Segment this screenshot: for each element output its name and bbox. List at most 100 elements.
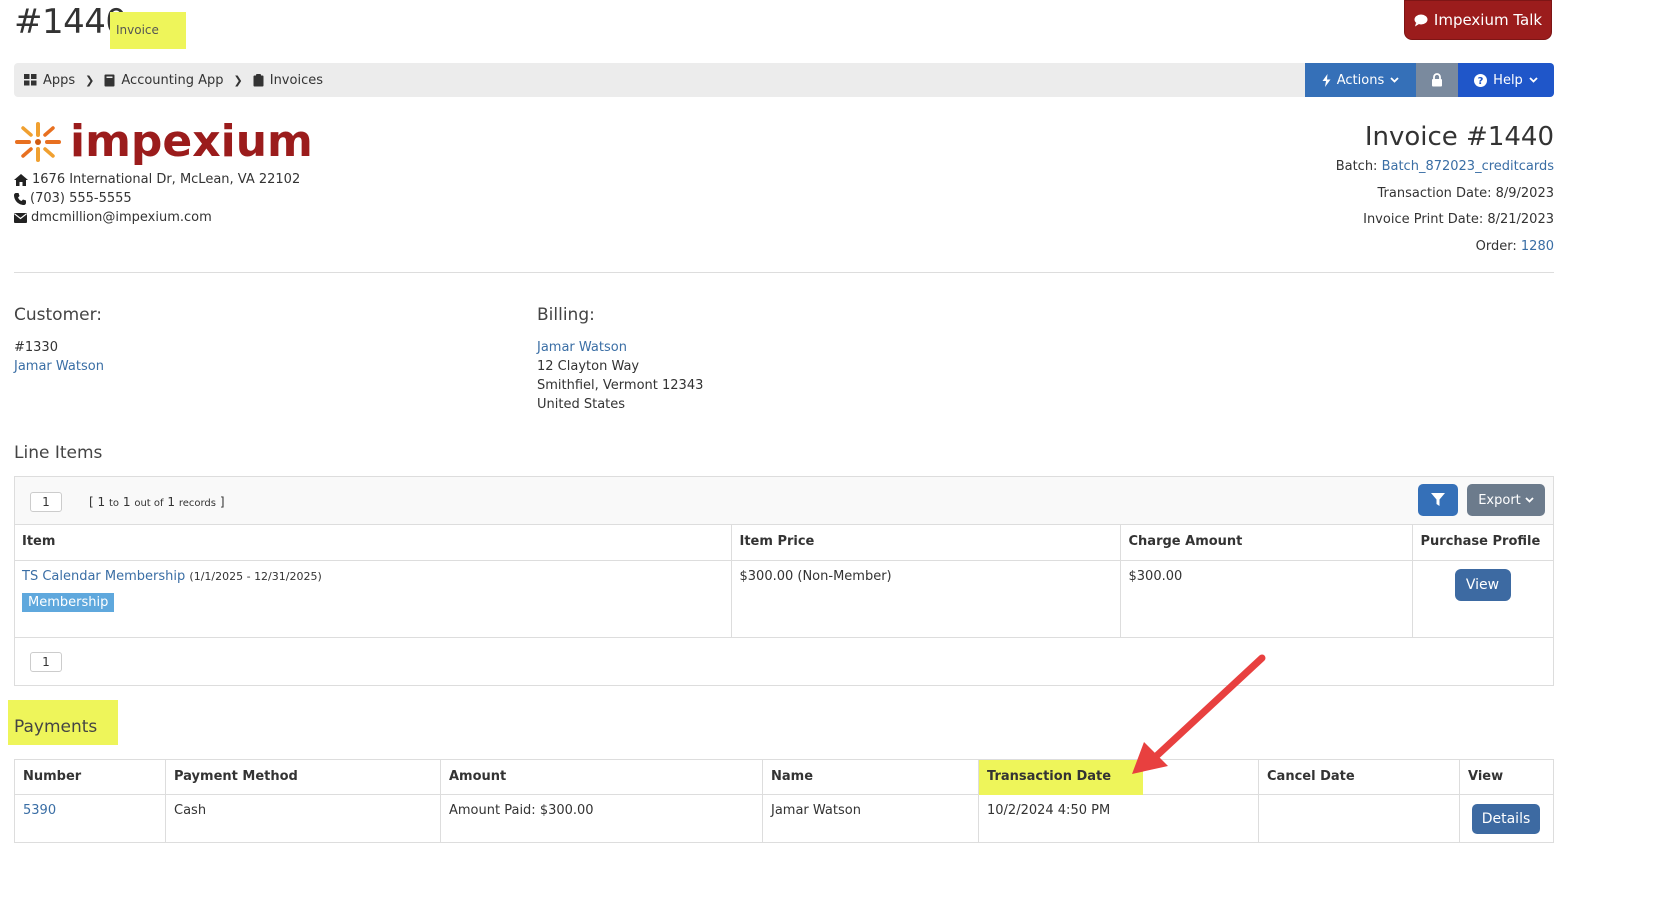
column-header-purchase-profile[interactable]: Purchase Profile: [1411, 525, 1554, 561]
lock-icon: [1432, 73, 1442, 87]
payments-heading: Payments: [8, 700, 118, 745]
customer-heading: Customer:: [14, 305, 103, 325]
column-header-item[interactable]: Item: [14, 525, 732, 561]
actions-label: Actions: [1336, 72, 1385, 88]
table-row: 5390 Cash Amount Paid: $300.00 Jamar Wat…: [14, 794, 1554, 843]
clipboard-icon: [253, 73, 264, 86]
invoice-heading: Invoice #1440: [1364, 122, 1554, 152]
company-info: 1676 International Dr, McLean, VA 22102 …: [14, 170, 300, 227]
customer-id: #1330: [14, 340, 58, 355]
item-name-link[interactable]: TS Calendar Membership: [22, 569, 185, 584]
item-cell: TS Calendar Membership (1/1/2025 - 12/31…: [14, 559, 732, 638]
column-header-payment-method[interactable]: Payment Method: [165, 759, 441, 795]
records-from: 1: [97, 495, 106, 509]
column-header-amount[interactable]: Amount: [440, 759, 763, 795]
grid-icon: [24, 74, 37, 86]
records-count: [ 1 to 1 out of 1 records ]: [89, 495, 225, 509]
payment-number-cell: 5390: [14, 794, 166, 843]
records-word: records: [178, 498, 216, 509]
column-header-number[interactable]: Number: [14, 759, 166, 795]
batch-link[interactable]: Batch_872023_creditcards: [1382, 159, 1554, 174]
company-phone-row: (703) 555-5555: [14, 189, 300, 208]
lock-button[interactable]: [1416, 63, 1458, 97]
payment-name-cell: Jamar Watson: [762, 794, 979, 843]
records-open: [: [89, 495, 94, 509]
table-header-row: Number Payment Method Amount Name Transa…: [14, 759, 1554, 795]
details-button[interactable]: Details: [1472, 804, 1540, 834]
company-address-row: 1676 International Dr, McLean, VA 22102: [14, 170, 300, 189]
chat-bubble-icon: [1414, 14, 1428, 26]
billing-country: United States: [537, 397, 626, 412]
section-divider: [14, 272, 1554, 273]
phone-icon: [14, 192, 26, 205]
charge-amount-cell: $300.00: [1119, 559, 1413, 638]
page-selector[interactable]: 1: [30, 492, 62, 512]
company-logo: impexium: [14, 118, 313, 166]
payment-cancel-date-cell: [1258, 794, 1460, 843]
transaction-date-highlight: Transaction Date: [979, 760, 1144, 795]
table-row: TS Calendar Membership (1/1/2025 - 12/31…: [14, 559, 1554, 638]
home-icon: [14, 173, 28, 186]
billing-street: 12 Clayton Way: [537, 359, 640, 374]
actions-button[interactable]: Actions: [1305, 63, 1416, 97]
records-to-word: to: [108, 498, 120, 509]
billing-details: Jamar Watson 12 Clayton Way Smithfiel, V…: [537, 338, 703, 414]
chevron-down-icon: [1525, 497, 1534, 503]
column-header-cancel-date[interactable]: Cancel Date: [1258, 759, 1460, 795]
order-row: Order: 1280: [1336, 234, 1554, 261]
chevron-down-icon: [1529, 77, 1538, 83]
book-icon: [104, 74, 115, 86]
invoice-meta: Batch: Batch_872023_creditcards Transact…: [1336, 154, 1554, 260]
line-items-table: Item Item Price Charge Amount Purchase P…: [14, 525, 1554, 638]
payment-transaction-date-cell: 10/2/2024 4:50 PM: [978, 794, 1259, 843]
billing-heading: Billing:: [537, 305, 595, 325]
filter-button[interactable]: [1418, 484, 1458, 516]
payments-table: Number Payment Method Amount Name Transa…: [14, 759, 1554, 843]
transaction-date-row: Transaction Date: 8/9/2023: [1377, 185, 1554, 201]
line-items-heading: Line Items: [14, 443, 103, 463]
records-outof-word: out of: [134, 498, 164, 509]
purchase-profile-cell: View: [1411, 559, 1554, 638]
breadcrumb-invoices[interactable]: Invoices: [253, 73, 323, 88]
item-dates: (1/1/2025 - 12/31/2025): [189, 569, 322, 583]
column-header-charge-amount[interactable]: Charge Amount: [1119, 525, 1413, 561]
company-email-row: dmcmillion@impexium.com: [14, 208, 300, 227]
payment-amount-cell: Amount Paid: $300.00: [440, 794, 763, 843]
impexium-talk-label: Impexium Talk: [1433, 11, 1543, 29]
records-to: 1: [122, 495, 131, 509]
impexium-talk-button[interactable]: Impexium Talk: [1404, 0, 1552, 40]
export-button[interactable]: Export: [1467, 484, 1545, 516]
chevron-right-icon: ❯: [85, 73, 95, 87]
svg-text:?: ?: [1478, 76, 1484, 87]
envelope-icon: [14, 212, 27, 223]
membership-tag: Membership: [22, 592, 115, 612]
export-label: Export: [1478, 492, 1521, 508]
billing-name-link[interactable]: Jamar Watson: [537, 340, 627, 355]
table-header-row: Item Item Price Charge Amount Purchase P…: [14, 525, 1554, 561]
footer-page-selector[interactable]: 1: [30, 652, 62, 672]
billing-city: Smithfiel, Vermont 12343: [537, 378, 704, 393]
payment-method-cell: Cash: [165, 794, 441, 843]
chevron-down-icon: [1390, 77, 1399, 83]
company-address: 1676 International Dr, McLean, VA 22102: [32, 172, 301, 187]
payment-view-cell: Details: [1459, 794, 1554, 843]
breadcrumb-apps-label: Apps: [43, 72, 76, 88]
view-button[interactable]: View: [1454, 568, 1511, 601]
breadcrumb-accounting-app[interactable]: Accounting App: [104, 73, 224, 88]
question-circle-icon: ?: [1474, 73, 1488, 87]
help-button[interactable]: ? Help: [1458, 63, 1554, 97]
line-items-toolbar: [15, 477, 1553, 525]
column-header-item-price[interactable]: Item Price: [730, 525, 1121, 561]
breadcrumb-apps[interactable]: Apps: [24, 73, 75, 88]
company-phone: (703) 555-5555: [30, 191, 132, 206]
order-link[interactable]: 1280: [1521, 239, 1554, 254]
item-price-cell: $300.00 (Non-Member): [730, 559, 1121, 638]
column-header-name[interactable]: Name: [762, 759, 979, 795]
records-close: ]: [219, 495, 225, 509]
batch-row: Batch: Batch_872023_creditcards: [1336, 154, 1554, 181]
payment-number-link[interactable]: 5390: [23, 803, 56, 818]
column-header-view[interactable]: View: [1459, 759, 1554, 795]
filter-icon: [1431, 493, 1445, 506]
order-label: Order:: [1475, 238, 1517, 254]
customer-name-link[interactable]: Jamar Watson: [14, 359, 104, 374]
